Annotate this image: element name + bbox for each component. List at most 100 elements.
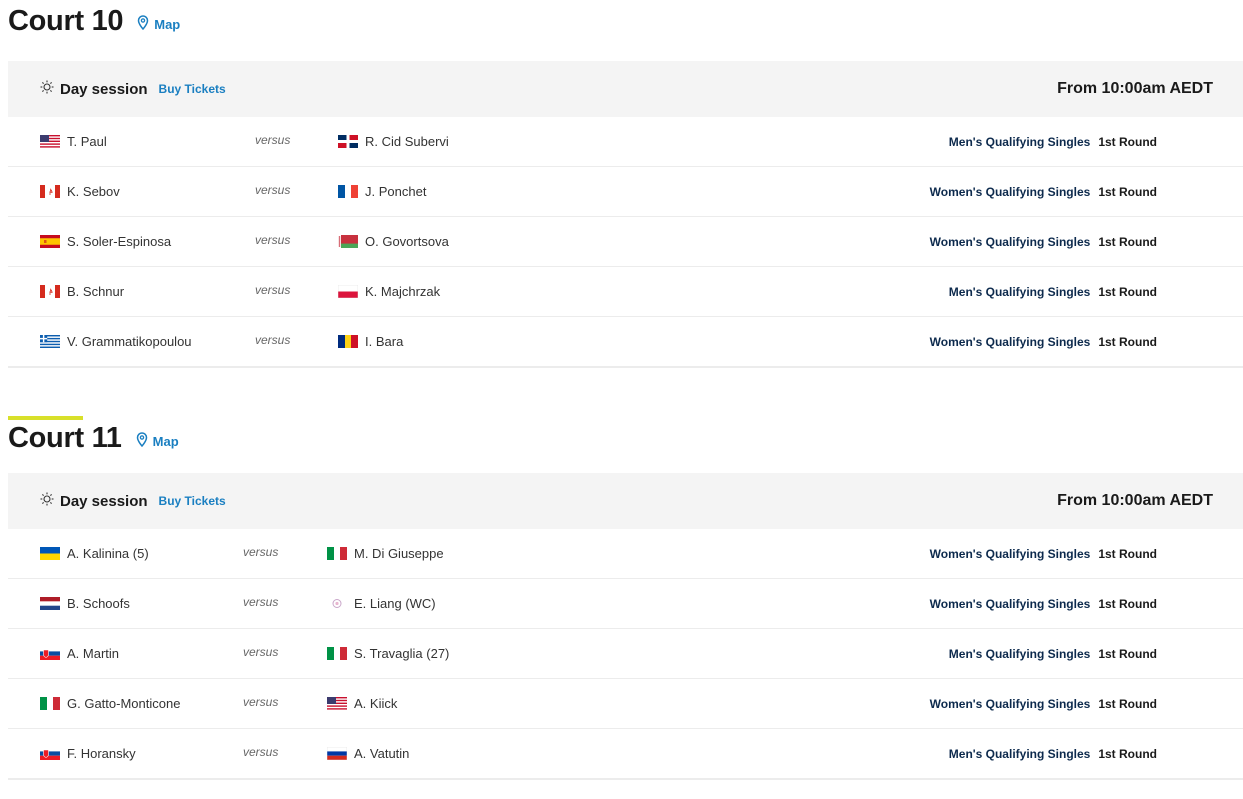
player-two-name[interactable]: K. Majchrzak [365,284,440,299]
match-row[interactable]: S. Soler-Espinosa versus O. Govortsova Wome… [8,216,1243,266]
player-two: E. Liang (WC) [327,579,436,628]
event-info: Men's Qualifying Singles 1st Round [949,117,1157,166]
player-two-name[interactable]: A. Kiick [354,696,397,711]
court-header: Court 10 Map [0,0,1243,42]
event-name[interactable]: Men's Qualifying Singles [949,285,1091,299]
usa-flag-icon [40,135,60,148]
player-one: G. Gatto-Monticone [40,679,180,728]
round-label: 1st Round [1098,284,1157,299]
event-name[interactable]: Women's Qualifying Singles [930,235,1091,249]
match-row[interactable]: B. Schoofs versus E. Liang (WC) Women's Qua… [8,578,1243,628]
player-one-name[interactable]: G. Gatto-Monticone [67,696,180,711]
player-one-name[interactable]: A. Martin [67,646,119,661]
player-two-name[interactable]: M. Di Giuseppe [354,546,444,561]
round-label: 1st Round [1098,596,1157,611]
match-list: A. Kalinina (5) versus M. Di Giuseppe Women… [8,529,1243,778]
player-one-name[interactable]: S. Soler-Espinosa [67,234,171,249]
versus-label: versus [255,282,291,297]
player-one: A. Kalinina (5) [40,529,149,578]
event-name[interactable]: Men's Qualifying Singles [949,747,1091,761]
versus-label: versus [243,644,279,659]
match-row[interactable]: B. Schnur versus K. Majchrzak Men's Qualify… [8,266,1243,316]
player-two-name[interactable]: E. Liang (WC) [354,596,436,611]
canada-flag-icon [40,185,60,198]
match-row[interactable]: G. Gatto-Monticone versus A. Kiick Women's … [8,678,1243,728]
greece-flag-icon [40,335,60,348]
event-name[interactable]: Women's Qualifying Singles [930,597,1091,611]
match-row[interactable]: A. Martin versus S. Travaglia (27) Men's Qu… [8,628,1243,678]
dominican-republic-flag-icon [338,135,358,148]
event-info: Women's Qualifying Singles 1st Round [930,167,1157,216]
player-one: B. Schnur [40,267,124,316]
event-name[interactable]: Women's Qualifying Singles [930,185,1091,199]
map-link[interactable]: Map [137,15,180,33]
session-card: Day session Buy Tickets From 10:00am AED… [8,473,1243,780]
match-row[interactable]: K. Sebov versus J. Ponchet Women's Qualifyi… [8,166,1243,216]
round-label: 1st Round [1098,134,1157,149]
italy-flag-icon [40,697,60,710]
taipei-flag-icon [327,597,347,610]
round-label: 1st Round [1098,546,1157,561]
player-one: K. Sebov [40,167,120,216]
buy-tickets-link[interactable]: Buy Tickets [159,494,226,508]
player-one-name[interactable]: B. Schoofs [67,596,130,611]
sun-icon [40,80,54,99]
match-row[interactable]: T. Paul versus R. Cid Subervi Men's Qualify… [8,117,1243,166]
spain-flag-icon [40,235,60,248]
usa-flag-icon [327,697,347,710]
event-info: Men's Qualifying Singles 1st Round [949,267,1157,316]
poland-flag-icon [338,285,358,298]
player-one-name[interactable]: K. Sebov [67,184,120,199]
event-info: Women's Qualifying Singles 1st Round [930,529,1157,578]
match-row[interactable]: V. Grammatikopoulou versus I. Bara Women's … [8,316,1243,366]
event-info: Men's Qualifying Singles 1st Round [949,629,1157,678]
player-two: A. Kiick [327,679,397,728]
player-one-name[interactable]: V. Grammatikopoulou [67,334,192,349]
player-one: T. Paul [40,117,107,166]
round-label: 1st Round [1098,646,1157,661]
event-name[interactable]: Men's Qualifying Singles [949,135,1091,149]
player-one-name[interactable]: B. Schnur [67,284,124,299]
match-row[interactable]: A. Kalinina (5) versus M. Di Giuseppe Women… [8,529,1243,578]
player-two: R. Cid Subervi [338,117,449,166]
court-title: Court 10 [8,4,124,37]
player-one-name[interactable]: F. Horansky [67,746,136,761]
player-two-name[interactable]: A. Vatutin [354,746,409,761]
player-two: J. Ponchet [338,167,426,216]
sun-icon [40,492,54,511]
player-two-name[interactable]: R. Cid Subervi [365,134,449,149]
versus-label: versus [243,544,279,559]
france-flag-icon [338,185,358,198]
player-two-name[interactable]: S. Travaglia (27) [354,646,449,661]
player-two-name[interactable]: O. Govortsova [365,234,449,249]
belarus-flag-icon [338,235,358,248]
round-label: 1st Round [1098,696,1157,711]
event-name[interactable]: Men's Qualifying Singles [949,647,1091,661]
versus-label: versus [255,132,291,147]
round-label: 1st Round [1098,184,1157,199]
player-one: F. Horansky [40,729,136,778]
event-name[interactable]: Women's Qualifying Singles [930,335,1091,349]
round-label: 1st Round [1098,334,1157,349]
session-time: From 10:00am AEDT [1057,492,1213,509]
court-title: Court 11 [8,421,122,454]
court-header: Court 11 Map [0,419,1243,457]
match-row[interactable]: F. Horansky versus A. Vatutin Men's Qualify… [8,728,1243,778]
versus-label: versus [255,332,291,347]
map-pin-icon [136,432,153,450]
ukraine-flag-icon [40,547,60,560]
map-link[interactable]: Map [136,432,179,450]
canada-flag-icon [40,285,60,298]
event-name[interactable]: Women's Qualifying Singles [930,547,1091,561]
player-one-name[interactable]: T. Paul [67,134,107,149]
event-name[interactable]: Women's Qualifying Singles [930,697,1091,711]
buy-tickets-link[interactable]: Buy Tickets [159,82,226,96]
court-section-10: Court 10 Map Day session Buy Tickets Fro… [0,0,1243,368]
player-two-name[interactable]: I. Bara [365,334,403,349]
player-two: I. Bara [338,317,403,366]
round-label: 1st Round [1098,746,1157,761]
player-two-name[interactable]: J. Ponchet [365,184,426,199]
player-one-name[interactable]: A. Kalinina (5) [67,546,149,561]
russia-flag-icon [327,747,347,760]
player-two: K. Majchrzak [338,267,440,316]
